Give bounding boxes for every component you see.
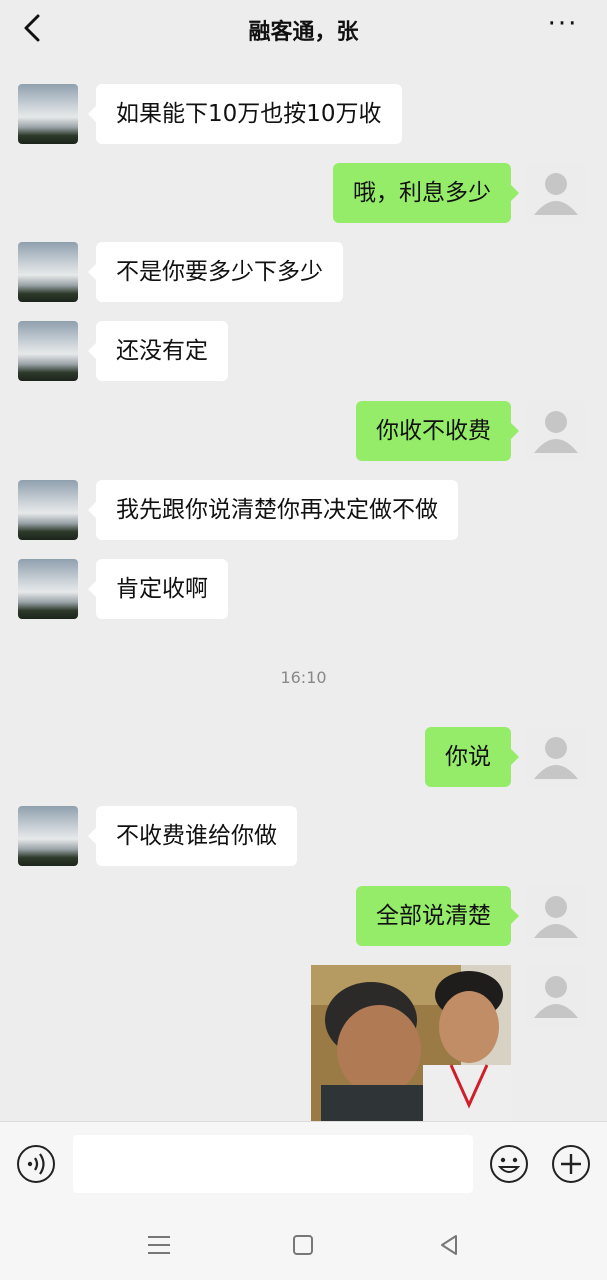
more-dots-icon[interactable]: ···: [545, 11, 581, 44]
emoji-icon[interactable]: [489, 1144, 529, 1184]
home-icon[interactable]: [288, 1230, 318, 1260]
my-avatar[interactable]: [526, 886, 586, 946]
message-bubble-outgoing[interactable]: 哦，利息多少: [333, 163, 519, 223]
message-bubble-outgoing[interactable]: 你收不收费: [356, 401, 519, 461]
contact-avatar[interactable]: [18, 84, 78, 144]
plus-icon[interactable]: [551, 1144, 591, 1184]
image-message[interactable]: [311, 965, 511, 1123]
message-bubble-incoming[interactable]: 不是你要多少下多少: [88, 242, 343, 302]
contact-avatar[interactable]: [18, 806, 78, 866]
message-bubble-incoming[interactable]: 如果能下10万也按10万收: [88, 84, 402, 144]
triangle-back-icon[interactable]: [434, 1230, 464, 1260]
message-bubble-outgoing[interactable]: 你说: [425, 727, 519, 787]
chat-title: 融客通，张: [248, 20, 359, 45]
message-input[interactable]: [73, 1135, 473, 1193]
message-bubble-incoming[interactable]: 还没有定: [88, 321, 228, 381]
chat-header: 融客通，张 ···: [0, 0, 607, 58]
message-timestamp: 16:10: [280, 668, 327, 687]
my-avatar[interactable]: [526, 966, 586, 1026]
system-navigation-bar: [0, 1210, 607, 1280]
message-bubble-outgoing[interactable]: 全部说清楚: [356, 886, 519, 946]
contact-avatar[interactable]: [18, 559, 78, 619]
menu-icon[interactable]: [144, 1230, 174, 1260]
input-bar: [0, 1121, 607, 1210]
contact-avatar[interactable]: [18, 242, 78, 302]
voice-icon[interactable]: [16, 1144, 56, 1184]
my-avatar[interactable]: [526, 727, 586, 787]
message-bubble-incoming[interactable]: 肯定收啊: [88, 559, 228, 619]
my-avatar[interactable]: [526, 401, 586, 461]
my-avatar[interactable]: [526, 163, 586, 223]
message-bubble-incoming[interactable]: 我先跟你说清楚你再决定做不做: [88, 480, 458, 540]
contact-avatar[interactable]: [18, 321, 78, 381]
message-bubble-incoming[interactable]: 不收费谁给你做: [88, 806, 297, 866]
contact-avatar[interactable]: [18, 480, 78, 540]
